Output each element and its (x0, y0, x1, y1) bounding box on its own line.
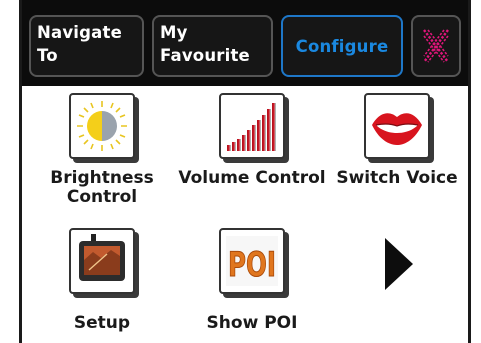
close-button[interactable] (411, 15, 461, 77)
brightness-icon (69, 93, 135, 159)
poi-icon: POI (219, 228, 285, 294)
tile-setup[interactable]: Setup (27, 228, 177, 333)
tile-volume-control[interactable]: Volume Control (177, 93, 327, 188)
tile-show-poi[interactable]: POI Show POI (177, 228, 327, 333)
top-tab-bar: Navigate To My Favourite Configure (22, 0, 468, 86)
volume-icon (219, 93, 285, 159)
tile-brightness-control[interactable]: Brightness Control (27, 93, 177, 207)
device-setup-icon (69, 228, 135, 294)
tile-label: Setup (73, 313, 131, 333)
tab-navigate-to-label: Navigate To (37, 23, 122, 65)
tab-my-favourite[interactable]: My Favourite (152, 15, 273, 77)
tile-label: Show POI (206, 313, 298, 333)
tile-label: Switch Voice (336, 168, 458, 188)
close-icon (423, 29, 449, 63)
lips-icon (364, 93, 430, 159)
tab-my-favourite-label: My Favourite (160, 23, 250, 65)
tile-label: Volume Control (178, 168, 326, 188)
tile-switch-voice[interactable]: Switch Voice (322, 93, 472, 188)
tile-label: Brightness Control (50, 168, 154, 207)
tab-configure-label: Configure (295, 36, 389, 56)
next-page-arrow-icon (385, 238, 413, 290)
tab-configure[interactable]: Configure (281, 15, 403, 77)
next-page-button[interactable] (322, 232, 472, 296)
device-screen: Navigate To My Favourite Configure Brigh… (19, 0, 471, 343)
tab-navigate-to[interactable]: Navigate To (29, 15, 144, 77)
poi-icon-text: POI (228, 245, 276, 285)
